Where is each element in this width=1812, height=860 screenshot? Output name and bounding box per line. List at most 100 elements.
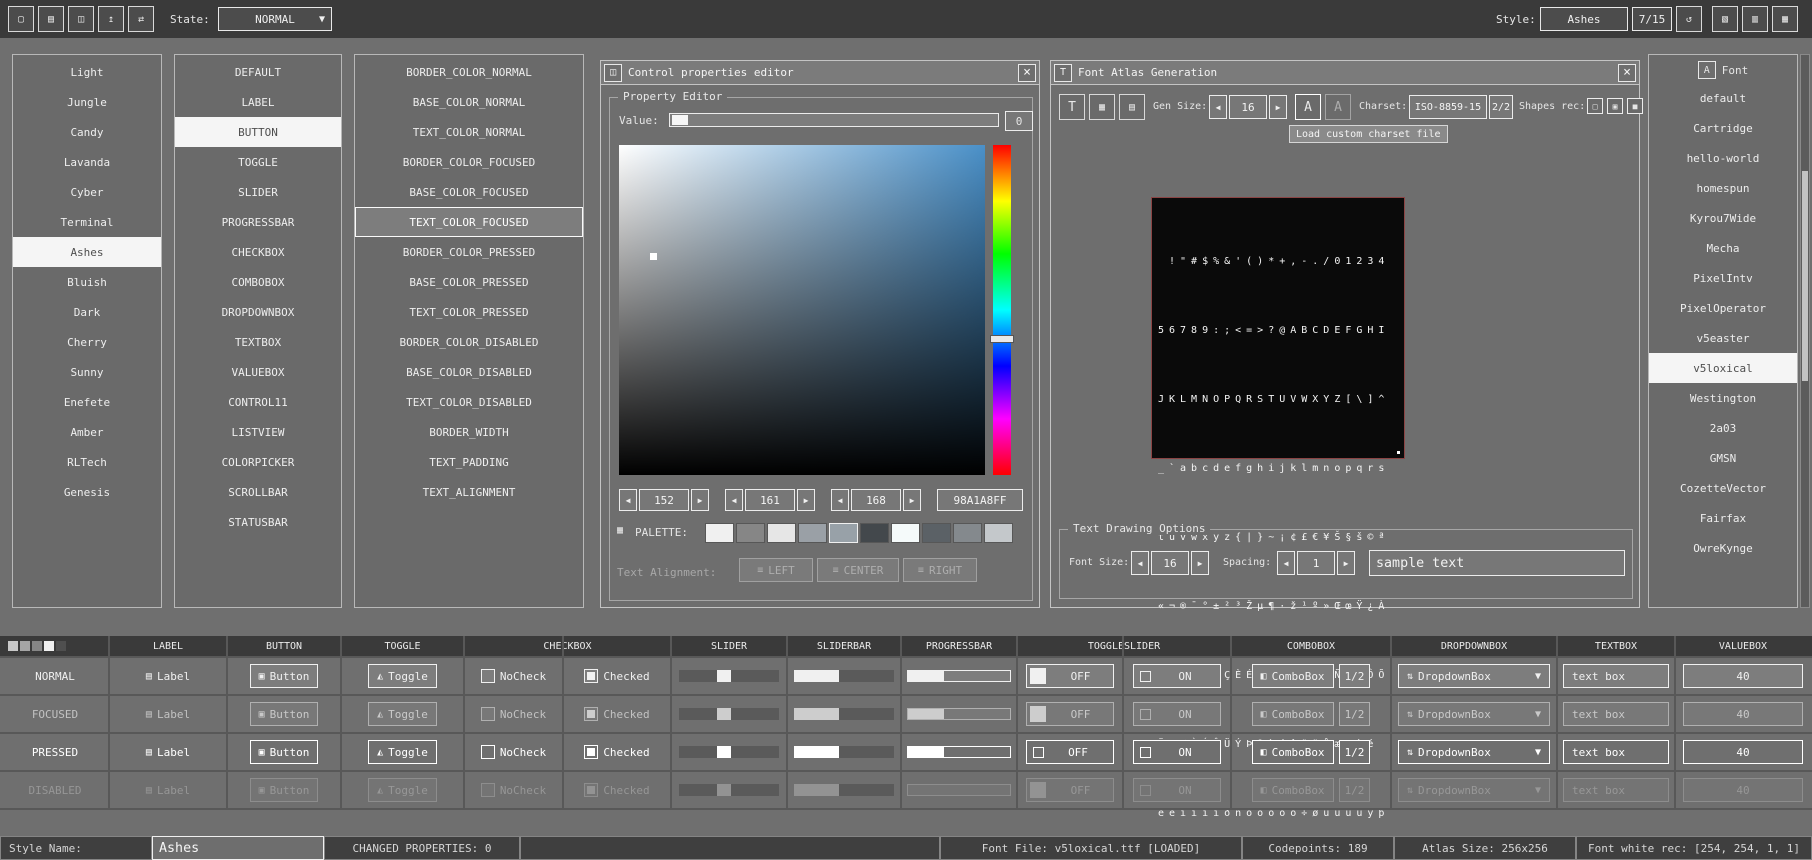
new-style-button[interactable]: ▢ bbox=[8, 6, 34, 32]
blue-value[interactable]: 168 bbox=[851, 489, 901, 511]
style-item-terminal[interactable]: Terminal bbox=[13, 207, 161, 237]
hue-bar[interactable] bbox=[993, 145, 1011, 475]
property-item[interactable]: BASE_COLOR_PRESSED bbox=[355, 267, 583, 297]
align-center-button[interactable]: ≡CENTER bbox=[817, 558, 899, 582]
control-properties-titlebar[interactable]: ◫ Control properties editor × bbox=[601, 61, 1039, 85]
property-item[interactable]: BORDER_COLOR_NORMAL bbox=[355, 57, 583, 87]
spacing-decrement-button[interactable]: ◀ bbox=[1277, 551, 1295, 575]
gen-size-decrement-button[interactable]: ◀ bbox=[1209, 95, 1227, 119]
style-item-rltech[interactable]: RLTech bbox=[13, 447, 161, 477]
close-icon[interactable]: × bbox=[1018, 64, 1036, 82]
font-item-owrekynge[interactable]: OwreKynge bbox=[1649, 533, 1797, 563]
control-item-listview[interactable]: LISTVIEW bbox=[175, 417, 341, 447]
property-item[interactable]: TEXT_PADDING bbox=[355, 447, 583, 477]
hex-color-field[interactable]: 98A1A8FF bbox=[937, 489, 1023, 511]
hue-bar-handle[interactable] bbox=[990, 335, 1014, 343]
control-item-colorpicker[interactable]: COLORPICKER bbox=[175, 447, 341, 477]
palette-swatch[interactable] bbox=[891, 523, 920, 543]
control-item-default[interactable]: DEFAULT bbox=[175, 57, 341, 87]
palette-swatch[interactable] bbox=[984, 523, 1013, 543]
property-item[interactable]: BORDER_COLOR_PRESSED bbox=[355, 237, 583, 267]
property-item[interactable]: BASE_COLOR_NORMAL bbox=[355, 87, 583, 117]
blue-increment-button[interactable]: ▶ bbox=[903, 489, 921, 511]
control-item-progressbar[interactable]: PROGRESSBAR bbox=[175, 207, 341, 237]
green-increment-button[interactable]: ▶ bbox=[797, 489, 815, 511]
font-list-scrollbar[interactable] bbox=[1800, 54, 1810, 608]
palette-swatch[interactable] bbox=[860, 523, 889, 543]
palette-swatch[interactable] bbox=[922, 523, 951, 543]
font-item-homespun[interactable]: homespun bbox=[1649, 173, 1797, 203]
font-size-value[interactable]: 16 bbox=[1151, 551, 1189, 575]
property-item[interactable]: BORDER_WIDTH bbox=[355, 417, 583, 447]
control-item-scrollbar[interactable]: SCROLLBAR bbox=[175, 477, 341, 507]
palette-swatch[interactable] bbox=[953, 523, 982, 543]
style-name-box[interactable]: Ashes bbox=[1540, 7, 1628, 31]
style-item-cyber[interactable]: Cyber bbox=[13, 177, 161, 207]
value-slider-handle[interactable] bbox=[672, 115, 688, 125]
value-slider[interactable] bbox=[669, 113, 999, 127]
blue-decrement-button[interactable]: ◀ bbox=[831, 489, 849, 511]
font-item-westington[interactable]: Westington bbox=[1649, 383, 1797, 413]
reload-style-button[interactable]: ↺ bbox=[1676, 6, 1702, 32]
state-dropdown[interactable]: NORMAL ▼ bbox=[218, 7, 332, 31]
gen-size-value[interactable]: 16 bbox=[1229, 95, 1267, 119]
close-icon[interactable]: × bbox=[1618, 64, 1636, 82]
control-item-toggle[interactable]: TOGGLE bbox=[175, 147, 341, 177]
font-item-kyrou7wide[interactable]: Kyrou7Wide bbox=[1649, 203, 1797, 233]
align-left-button[interactable]: ≡LEFT bbox=[739, 558, 813, 582]
style-item-genesis[interactable]: Genesis bbox=[13, 477, 161, 507]
palette-swatch[interactable] bbox=[705, 523, 734, 543]
spacing-increment-button[interactable]: ▶ bbox=[1337, 551, 1355, 575]
control-item-textbox[interactable]: TEXTBOX bbox=[175, 327, 341, 357]
control-item-statusbar[interactable]: STATUSBAR bbox=[175, 507, 341, 537]
property-item[interactable]: TEXT_COLOR_PRESSED bbox=[355, 297, 583, 327]
style-name-input[interactable] bbox=[152, 836, 324, 860]
style-item-dark[interactable]: Dark bbox=[13, 297, 161, 327]
font-list-scrollbar-thumb[interactable] bbox=[1802, 171, 1808, 381]
font-atlas-titlebar[interactable]: T Font Atlas Generation × bbox=[1051, 61, 1639, 85]
font-item-pixelintv[interactable]: PixelIntv bbox=[1649, 263, 1797, 293]
shapes-rec-button-3[interactable]: ■ bbox=[1627, 98, 1643, 114]
font-item-fairfax[interactable]: Fairfax bbox=[1649, 503, 1797, 533]
control-item-control11[interactable]: CONTROL11 bbox=[175, 387, 341, 417]
color-picker[interactable] bbox=[619, 145, 985, 475]
preview-mode-button[interactable]: ▥ bbox=[1742, 6, 1768, 32]
font-item-hello-world[interactable]: hello-world bbox=[1649, 143, 1797, 173]
property-item[interactable]: BORDER_COLOR_DISABLED bbox=[355, 327, 583, 357]
font-item-cartridge[interactable]: Cartridge bbox=[1649, 113, 1797, 143]
charset-value-box[interactable]: ISO-8859-15 bbox=[1409, 95, 1487, 119]
property-item[interactable]: TEXT_ALIGNMENT bbox=[355, 477, 583, 507]
palette-swatch-selected[interactable] bbox=[829, 523, 858, 543]
control-item-button[interactable]: BUTTON bbox=[175, 117, 341, 147]
red-value[interactable]: 152 bbox=[639, 489, 689, 511]
screenshot-button[interactable]: ▧ bbox=[1712, 6, 1738, 32]
property-item[interactable]: TEXT_COLOR_NORMAL bbox=[355, 117, 583, 147]
shapes-rec-button-1[interactable]: □ bbox=[1587, 98, 1603, 114]
style-item-amber[interactable]: Amber bbox=[13, 417, 161, 447]
sample-text-input[interactable] bbox=[1369, 550, 1625, 576]
shapes-rec-button-2[interactable]: ▣ bbox=[1607, 98, 1623, 114]
load-style-button[interactable]: ▤ bbox=[38, 6, 64, 32]
style-item-light[interactable]: Light bbox=[13, 57, 161, 87]
property-item[interactable]: BASE_COLOR_DISABLED bbox=[355, 357, 583, 387]
font-size-increment-button[interactable]: ▶ bbox=[1191, 551, 1209, 575]
align-right-button[interactable]: ≡RIGHT bbox=[903, 558, 977, 582]
palette-swatch[interactable] bbox=[767, 523, 796, 543]
font-item-v5loxical[interactable]: v5loxical bbox=[1649, 353, 1797, 383]
font-item-2a03[interactable]: 2a03 bbox=[1649, 413, 1797, 443]
font-item-mecha[interactable]: Mecha bbox=[1649, 233, 1797, 263]
font-size-decrement-button[interactable]: ◀ bbox=[1131, 551, 1149, 575]
control-item-slider[interactable]: SLIDER bbox=[175, 177, 341, 207]
atlas-image-mode-button[interactable]: ▦ bbox=[1089, 94, 1115, 120]
property-item[interactable]: BORDER_COLOR_FOCUSED bbox=[355, 147, 583, 177]
load-charset-button[interactable]: A bbox=[1295, 94, 1321, 120]
gen-size-increment-button[interactable]: ▶ bbox=[1269, 95, 1287, 119]
color-picker-cursor[interactable] bbox=[650, 253, 657, 260]
red-increment-button[interactable]: ▶ bbox=[691, 489, 709, 511]
style-item-lavanda[interactable]: Lavanda bbox=[13, 147, 161, 177]
font-item-default[interactable]: default bbox=[1649, 83, 1797, 113]
style-item-bluish[interactable]: Bluish bbox=[13, 267, 161, 297]
atlas-text-mode-button[interactable]: T bbox=[1059, 94, 1085, 120]
property-item[interactable]: TEXT_COLOR_DISABLED bbox=[355, 387, 583, 417]
red-decrement-button[interactable]: ◀ bbox=[619, 489, 637, 511]
